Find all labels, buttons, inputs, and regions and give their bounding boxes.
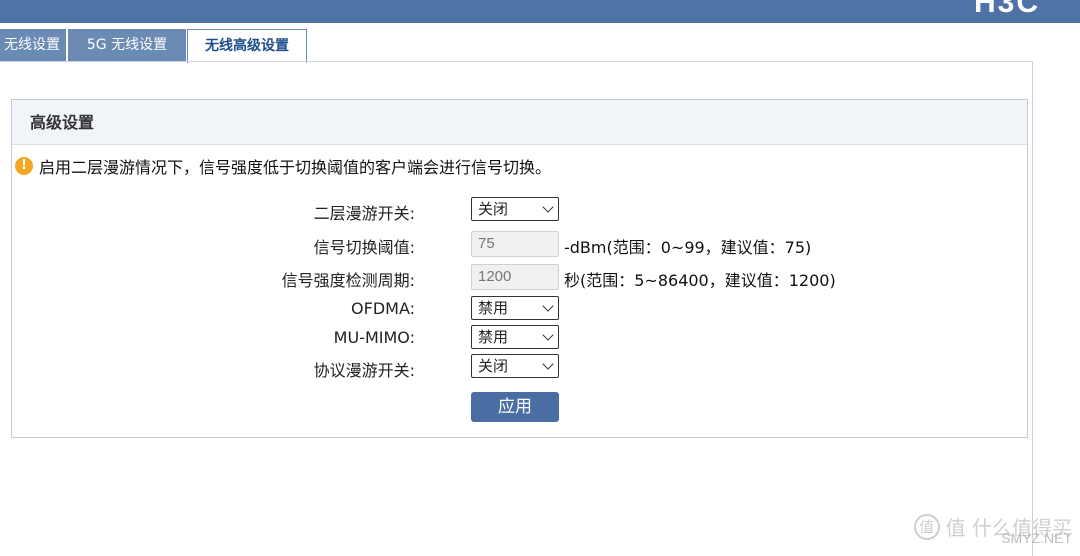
row-layer2-roaming: 二层漫游开关: 关闭 [12, 197, 1027, 223]
mu-mimo-select[interactable]: 禁用 [471, 325, 559, 349]
chevron-down-icon [542, 201, 554, 213]
ofdma-select[interactable]: 禁用 [471, 296, 559, 320]
signal-threshold-label: 信号切换阈值: [313, 238, 415, 257]
warning-icon: ! [15, 157, 33, 175]
protocol-roaming-select[interactable]: 关闭 [471, 354, 559, 378]
advanced-settings-panel: 高级设置 ! 启用二层漫游情况下，信号强度低于切换阈值的客户端会进行信号切换。 … [11, 99, 1028, 438]
mu-mimo-value: 禁用 [478, 328, 509, 346]
detection-period-input[interactable]: 1200 [471, 264, 559, 290]
protocol-roaming-label: 协议漫游开关: [313, 361, 415, 380]
tab-wireless-settings[interactable]: 无线设置 [0, 29, 66, 62]
ofdma-value: 禁用 [478, 299, 509, 317]
chevron-down-icon [542, 300, 554, 312]
row-protocol-roaming: 协议漫游开关: 关闭 [12, 354, 1027, 380]
detection-period-label: 信号强度检测周期: [281, 271, 415, 290]
layer2-roaming-label: 二层漫游开关: [313, 204, 415, 223]
tab-5g-wireless-settings[interactable]: 5G 无线设置 [68, 29, 186, 62]
row-ofdma: OFDMA: 禁用 [12, 296, 1027, 322]
row-detection-period: 信号强度检测周期: 1200 秒(范围：5~86400，建议值：1200) [12, 264, 1027, 290]
apply-button[interactable]: 应用 [471, 392, 559, 422]
panel-title: 高级设置 [12, 100, 1027, 145]
ofdma-label: OFDMA: [351, 299, 415, 318]
protocol-roaming-value: 关闭 [478, 357, 509, 375]
header-bar: H3C [0, 0, 1080, 23]
roaming-notice: ! 启用二层漫游情况下，信号强度低于切换阈值的客户端会进行信号切换。 [15, 154, 551, 178]
detection-period-hint: 秒(范围：5~86400，建议值：1200) [564, 271, 836, 290]
tab-bar: 无线设置 5G 无线设置 无线高级设置 [0, 29, 1080, 63]
mu-mimo-label: MU-MIMO: [333, 328, 415, 347]
tab-wireless-advanced-settings[interactable]: 无线高级设置 [187, 29, 307, 63]
chevron-down-icon [542, 329, 554, 341]
brand-logo: H3C [973, 0, 1040, 19]
layer2-roaming-value: 关闭 [478, 200, 509, 218]
chevron-down-icon [542, 358, 554, 370]
row-mu-mimo: MU-MIMO: 禁用 [12, 325, 1027, 351]
watermark-site: SMYZ.NET [1001, 530, 1072, 546]
notice-text: 启用二层漫游情况下，信号强度低于切换阈值的客户端会进行信号切换。 [39, 158, 552, 177]
row-signal-threshold: 信号切换阈值: 75 -dBm(范围：0~99，建议值：75) [12, 231, 1027, 257]
watermark-logo-icon: 值 [913, 513, 940, 540]
layer2-roaming-select[interactable]: 关闭 [471, 197, 559, 221]
signal-threshold-input[interactable]: 75 [471, 231, 559, 257]
signal-threshold-hint: -dBm(范围：0~99，建议值：75) [564, 238, 812, 257]
